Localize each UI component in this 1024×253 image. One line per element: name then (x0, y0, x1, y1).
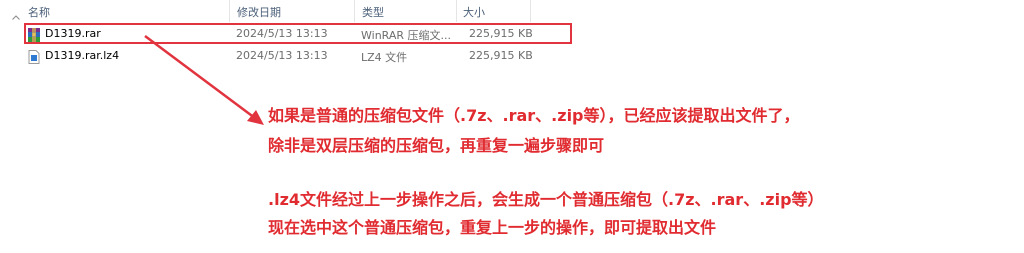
annotation-line-3: .lz4文件经过上一步操作之后，会生成一个普通压缩包（.7z、.rar、.zip… (268, 190, 824, 209)
annotation-arrow (144, 34, 264, 125)
annotation-line-4: 现在选中这个普通压缩包，重复上一步的操作，即可提取出文件 (268, 218, 717, 237)
annotation-line-2: 除非是双层压缩的压缩包，再重复一遍步骤即可 (268, 136, 605, 155)
annotation-line-1: 如果是普通的压缩包文件（.7z、.rar、.zip等），已经应该提取出文件了， (268, 106, 800, 125)
